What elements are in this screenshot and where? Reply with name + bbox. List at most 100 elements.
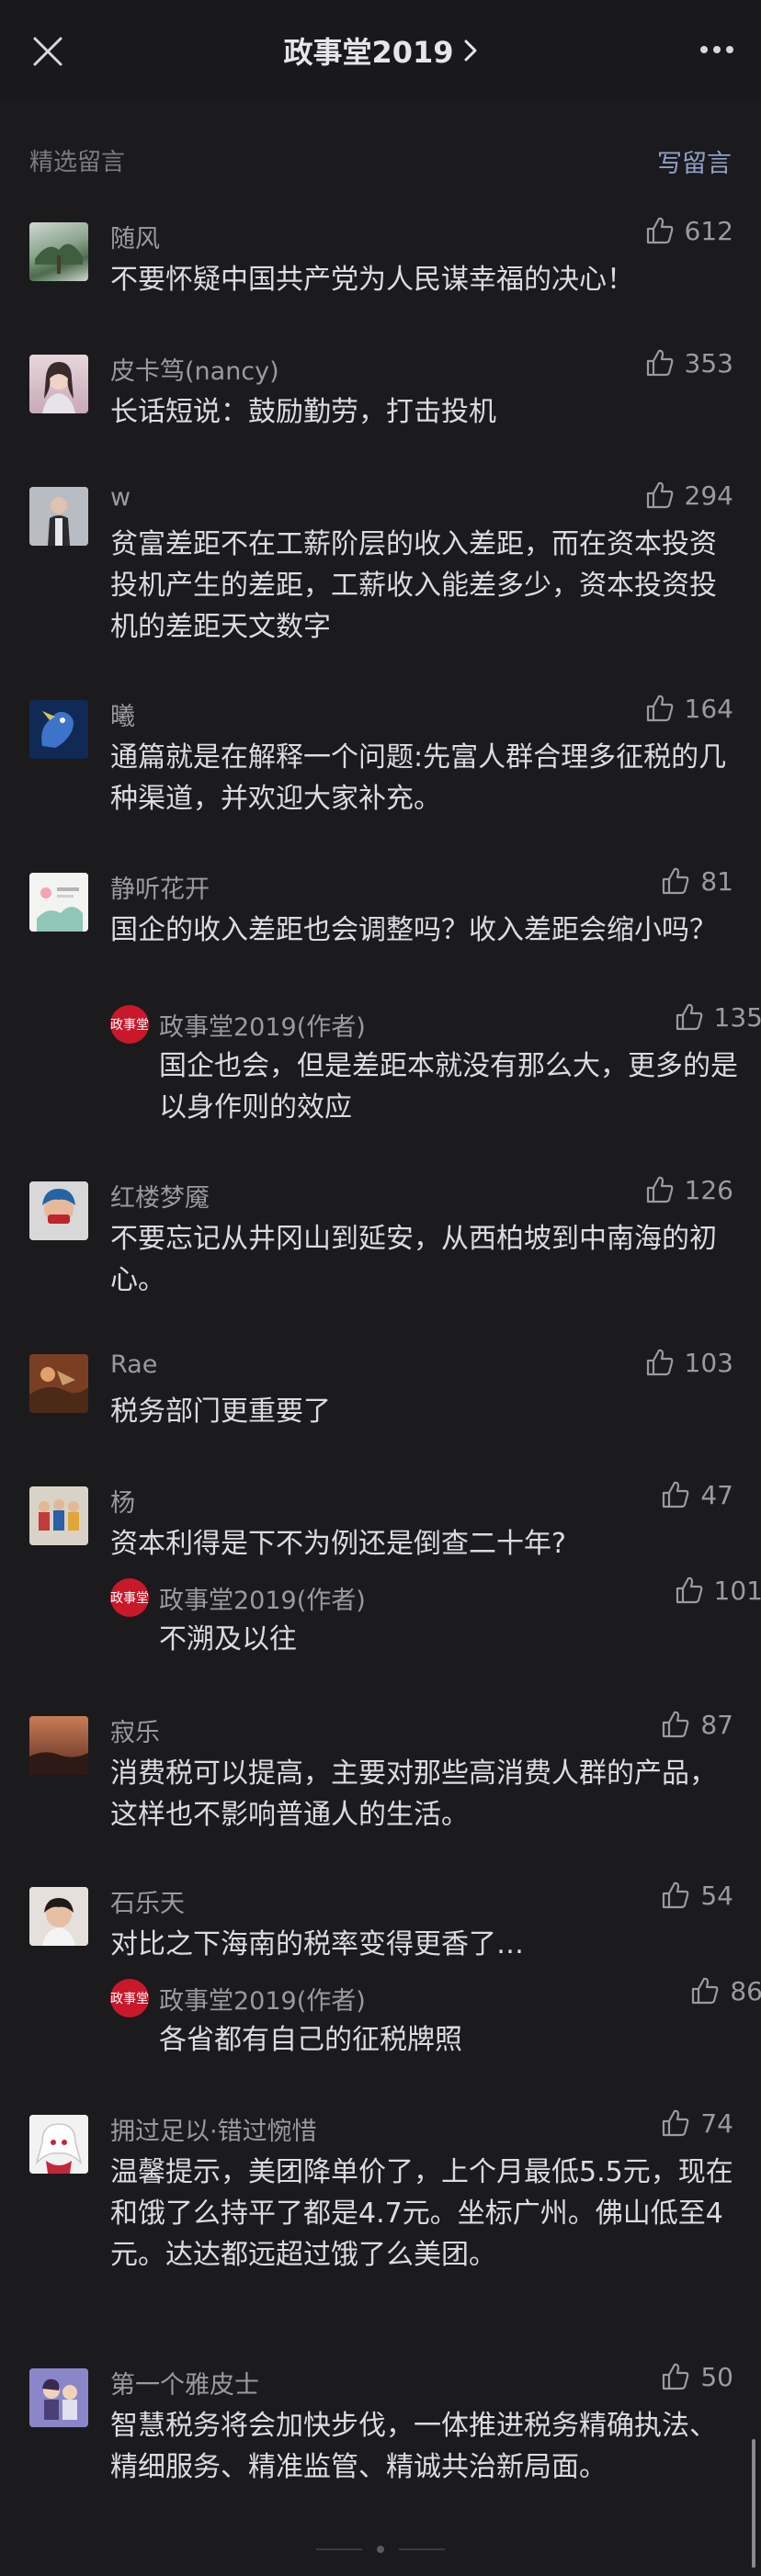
comment-text: 长话短说：鼓励勤劳，打击投机 [110, 396, 496, 428]
commenter-name: 杨 [110, 1489, 135, 1518]
like-count: 101 [713, 1575, 761, 1606]
like-button[interactable]: 353 [644, 347, 733, 378]
author-avatar[interactable]: 政事堂 [110, 1005, 149, 1044]
author-name: 政事堂2019(作者) [159, 1987, 366, 2016]
comment-text: 资本利得是下不为例还是倒查二十年? [110, 1528, 566, 1560]
comment-text: 消费税可以提高，主要对那些高消费人群的产品，这样也不影响普通人的生活。 [110, 1757, 717, 1831]
like-button[interactable]: 50 [660, 2361, 733, 2392]
account-title-link[interactable]: 政事堂2019 [283, 29, 477, 72]
avatar[interactable] [29, 873, 88, 932]
like-count: 74 [700, 2107, 733, 2139]
commenter-name: 随风 [110, 225, 160, 254]
like-button[interactable]: 126 [644, 1174, 733, 1205]
like-count: 86 [730, 1975, 761, 2006]
commenter-name: 寂乐 [110, 1719, 160, 1747]
commenter-name: w [110, 483, 131, 512]
avatar[interactable] [29, 2115, 88, 2174]
like-count: 126 [684, 1174, 733, 1205]
commenter-name: 石乐天 [110, 1890, 185, 1918]
like-button[interactable]: 74 [660, 2107, 733, 2139]
thumbs-up-icon [663, 1711, 689, 1738]
commenter-name: 静听花开 [110, 876, 210, 904]
commenter-name: 第一个雅皮士 [110, 2371, 259, 2400]
author-avatar[interactable]: 政事堂 [110, 1578, 149, 1617]
thumbs-up-icon [646, 481, 673, 509]
author-name: 政事堂2019(作者) [159, 1587, 366, 1615]
comment-text: 对比之下海南的税率变得更香了… [110, 1928, 524, 1960]
thumbs-up-icon [646, 217, 673, 244]
commenter-name: 红楼梦魇 [110, 1184, 210, 1213]
reply-like-button[interactable]: 135 [674, 1001, 761, 1033]
thumbs-up-icon [646, 349, 673, 377]
comment-text: 不要忘记从井冈山到延安，从西柏坡到中南海的初心。 [110, 1223, 717, 1296]
thumbs-up-icon [663, 2363, 689, 2390]
like-button[interactable]: 47 [660, 1479, 733, 1510]
thumbs-up-icon [663, 1881, 689, 1909]
like-button[interactable]: 87 [660, 1709, 733, 1740]
page-title: 政事堂2019 [283, 35, 454, 70]
commenter-name: 拥过足以·错过惋惜 [110, 2118, 317, 2146]
like-button[interactable]: 164 [644, 693, 733, 724]
scrollbar[interactable] [752, 2439, 755, 2568]
reply-text: 各省都有自己的征税牌照 [159, 2024, 462, 2056]
section-title: 精选留言 [29, 149, 126, 176]
commenter-name: 皮卡笃(nancy) [110, 357, 279, 386]
thumbs-up-icon [692, 1977, 719, 2005]
avatar[interactable] [29, 355, 88, 413]
author-avatar[interactable]: 政事堂 [110, 1979, 149, 2017]
comment-text: 智慧税务将会加快步伐，一体推进税务精确执法、精细服务、精准监管、精诚共治新局面。 [110, 2410, 717, 2483]
like-count: 164 [684, 693, 733, 724]
like-count: 54 [700, 1880, 733, 1911]
top-bar: 政事堂2019 [0, 0, 761, 101]
avatar[interactable] [29, 1354, 88, 1413]
comment-text: 温馨提示，美团降单价了，上个月最低5.5元，现在和饿了么持平了都是4.7元。坐标… [110, 2156, 733, 2271]
thumbs-up-icon [646, 1176, 673, 1203]
write-comment-link[interactable]: 写留言 [657, 143, 732, 179]
like-button[interactable]: 103 [644, 1347, 733, 1378]
avatar[interactable] [29, 1716, 88, 1775]
reply-text: 国企也会，但是差距本就没有那么大，更多的是以身作则的效应 [159, 1050, 738, 1124]
reply-text: 不溯及以往 [159, 1623, 297, 1655]
thumbs-up-icon [646, 695, 673, 722]
like-button[interactable]: 54 [660, 1880, 733, 1911]
avatar[interactable] [29, 1181, 88, 1240]
thumbs-up-icon [663, 1481, 689, 1508]
thumbs-up-icon [676, 1576, 702, 1604]
thumbs-up-icon [663, 867, 689, 895]
commenter-name: Rae [110, 1350, 158, 1379]
avatar[interactable] [29, 1486, 88, 1545]
author-name: 政事堂2019(作者) [159, 1013, 366, 1042]
more-icon[interactable] [700, 46, 733, 53]
chevron-right-icon [464, 40, 477, 62]
like-button[interactable]: 612 [644, 215, 733, 246]
like-count: 81 [700, 865, 733, 897]
avatar[interactable] [29, 2368, 88, 2427]
avatar[interactable] [29, 222, 88, 281]
like-count: 47 [700, 1479, 733, 1510]
thumbs-up-icon [676, 1003, 702, 1031]
like-count: 353 [684, 347, 733, 378]
commenter-name: 曦 [110, 703, 135, 731]
like-count: 612 [684, 215, 733, 246]
like-count: 103 [684, 1347, 733, 1378]
like-count: 294 [684, 480, 733, 511]
comment-text: 不要怀疑中国共产党为人民谋幸福的决心！ [110, 264, 634, 296]
avatar[interactable] [29, 700, 88, 759]
avatar[interactable] [29, 487, 88, 546]
like-button[interactable]: 81 [660, 865, 733, 897]
close-icon[interactable] [31, 35, 64, 68]
like-button[interactable]: 294 [644, 480, 733, 511]
like-count: 87 [700, 1709, 733, 1740]
comment-text: 税务部门更重要了 [110, 1395, 331, 1428]
reply-like-button[interactable]: 101 [674, 1575, 761, 1606]
thumbs-up-icon [646, 1349, 673, 1376]
like-count: 135 [713, 1001, 761, 1033]
comment-text: 贫富差距不在工薪阶层的收入差距，而在资本投资投机产生的差距，工薪收入能差多少，资… [110, 528, 717, 643]
reply-like-button[interactable]: 86 [689, 1975, 761, 2006]
section-header: 精选留言 写留言 [0, 138, 761, 184]
avatar[interactable] [29, 1887, 88, 1946]
loading-indicator [316, 2546, 445, 2553]
thumbs-up-icon [663, 2109, 689, 2137]
comment-text: 通篇就是在解释一个问题:先富人群合理多征税的几种渠道，并欢迎大家补充。 [110, 741, 727, 815]
comment-text: 国企的收入差距也会调整吗？收入差距会缩小吗？ [110, 914, 717, 946]
